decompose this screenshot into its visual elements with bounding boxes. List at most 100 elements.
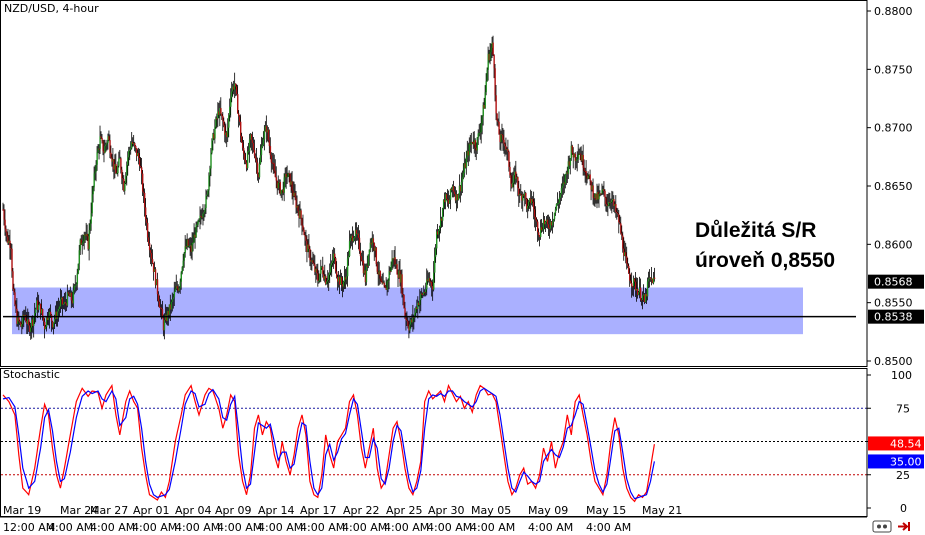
candle-body: [179, 281, 182, 289]
candle-body: [383, 282, 385, 286]
candle-body: [537, 232, 540, 236]
candle-body: [129, 149, 131, 152]
x-time-label: 4:00 AM: [90, 521, 135, 534]
x-date-label: May 05: [471, 504, 511, 517]
candle-body: [118, 158, 120, 166]
candle-body: [631, 283, 633, 287]
price-marker-label: 0.8568: [874, 276, 913, 289]
candle-body: [331, 263, 333, 266]
candle-body: [309, 248, 311, 261]
x-time-label: 4:00 AM: [48, 521, 93, 534]
candle-body: [328, 274, 330, 281]
candle-body: [172, 297, 175, 300]
candle-body: [14, 292, 16, 305]
candle-body: [492, 42, 494, 55]
shift-chart-icon[interactable]: [896, 521, 912, 532]
x-date-label: Apr 04: [175, 504, 212, 517]
candle-body: [275, 177, 278, 181]
x-time-label: 4:00 AM: [300, 521, 345, 534]
x-date-label: Apr 09: [215, 504, 252, 517]
candle-body: [200, 215, 202, 217]
candle-body: [375, 247, 378, 265]
candle-body: [239, 116, 241, 122]
candle-body: [178, 288, 181, 291]
annotation-line-2: úroveň 0,8550: [695, 249, 835, 272]
candle-body: [589, 174, 591, 181]
candle-body: [263, 130, 266, 140]
support-resistance-zone: [12, 287, 803, 335]
candle-body: [198, 219, 200, 221]
scroll-icon[interactable]: [872, 520, 892, 533]
price-tick-label: 0.8800: [874, 5, 913, 18]
candle-body: [151, 259, 154, 264]
candle-body: [210, 152, 212, 169]
x-date-label: May 15: [586, 504, 626, 517]
candle-body: [170, 301, 173, 310]
candle-body: [11, 248, 13, 272]
candle-body: [195, 224, 197, 238]
stochastic-title: Stochastic: [3, 368, 60, 381]
x-time-label: 4:00 AM: [427, 521, 472, 534]
x-time-label: 4:00 AM: [258, 521, 303, 534]
candle-body: [220, 108, 222, 114]
x-date-label: Apr 01: [133, 504, 170, 517]
price-tick-label: 0.8600: [874, 238, 913, 251]
candle-body: [229, 106, 231, 116]
candle-body: [147, 237, 150, 244]
x-date-label: May 09: [528, 504, 568, 517]
candle-body: [38, 304, 40, 310]
x-time-label: 4:00 AM: [586, 521, 631, 534]
price-tick-label: 0.8750: [874, 63, 913, 76]
price-marker-label: 0.8538: [874, 311, 913, 324]
candle-body: [12, 271, 14, 289]
candle-body: [358, 237, 361, 251]
candle-body: [355, 229, 358, 235]
candle-body: [96, 152, 98, 165]
candle-body: [145, 219, 148, 223]
candle-body: [243, 153, 246, 160]
candle-body: [35, 309, 37, 314]
x-time-label: 4:00 AM: [217, 521, 262, 534]
candle-body: [182, 260, 184, 268]
candle-body: [222, 115, 224, 121]
x-time-label: 4:00 AM: [342, 521, 387, 534]
candle-body: [141, 173, 144, 192]
candle-body: [485, 81, 487, 93]
stochastic-value-label: 35.00: [890, 455, 922, 468]
candle-body: [241, 142, 244, 148]
candle-body: [130, 148, 132, 150]
x-date-label: Mar 19: [3, 504, 41, 517]
x-date-label: Apr 25: [386, 504, 423, 517]
candle-body: [258, 163, 261, 178]
stochastic-tick-label: 75: [896, 402, 910, 415]
candle-body: [223, 120, 225, 126]
candle-body: [228, 115, 230, 128]
candle-body: [300, 210, 302, 219]
candle-body: [247, 151, 250, 153]
chart-title: NZD/USD, 4-hour: [4, 2, 99, 15]
candle-body: [240, 135, 243, 143]
candle-body: [127, 157, 129, 166]
candle-body: [352, 238, 355, 242]
candle-body: [250, 134, 253, 141]
candle-body: [256, 162, 259, 175]
stochastic-tick-label: 0: [900, 502, 907, 515]
candle-body: [214, 126, 216, 139]
candle-body: [238, 113, 240, 117]
x-date-label: Apr 14: [258, 504, 295, 517]
x-time-label: 4:00 AM: [384, 521, 429, 534]
candle-body: [653, 277, 656, 279]
candle-body: [380, 278, 382, 282]
candle-body: [203, 212, 205, 214]
candle-body: [476, 137, 479, 151]
candle-body: [433, 272, 435, 290]
x-date-label: Apr 22: [343, 504, 380, 517]
candle-body: [235, 83, 237, 87]
x-date-label: May 21: [642, 504, 682, 517]
x-time-label: 4:00 AM: [175, 521, 220, 534]
candle-body: [163, 320, 166, 331]
candle-body: [135, 146, 137, 149]
candle-body: [148, 243, 151, 251]
candle-body: [191, 242, 193, 252]
candle-body: [246, 151, 249, 169]
